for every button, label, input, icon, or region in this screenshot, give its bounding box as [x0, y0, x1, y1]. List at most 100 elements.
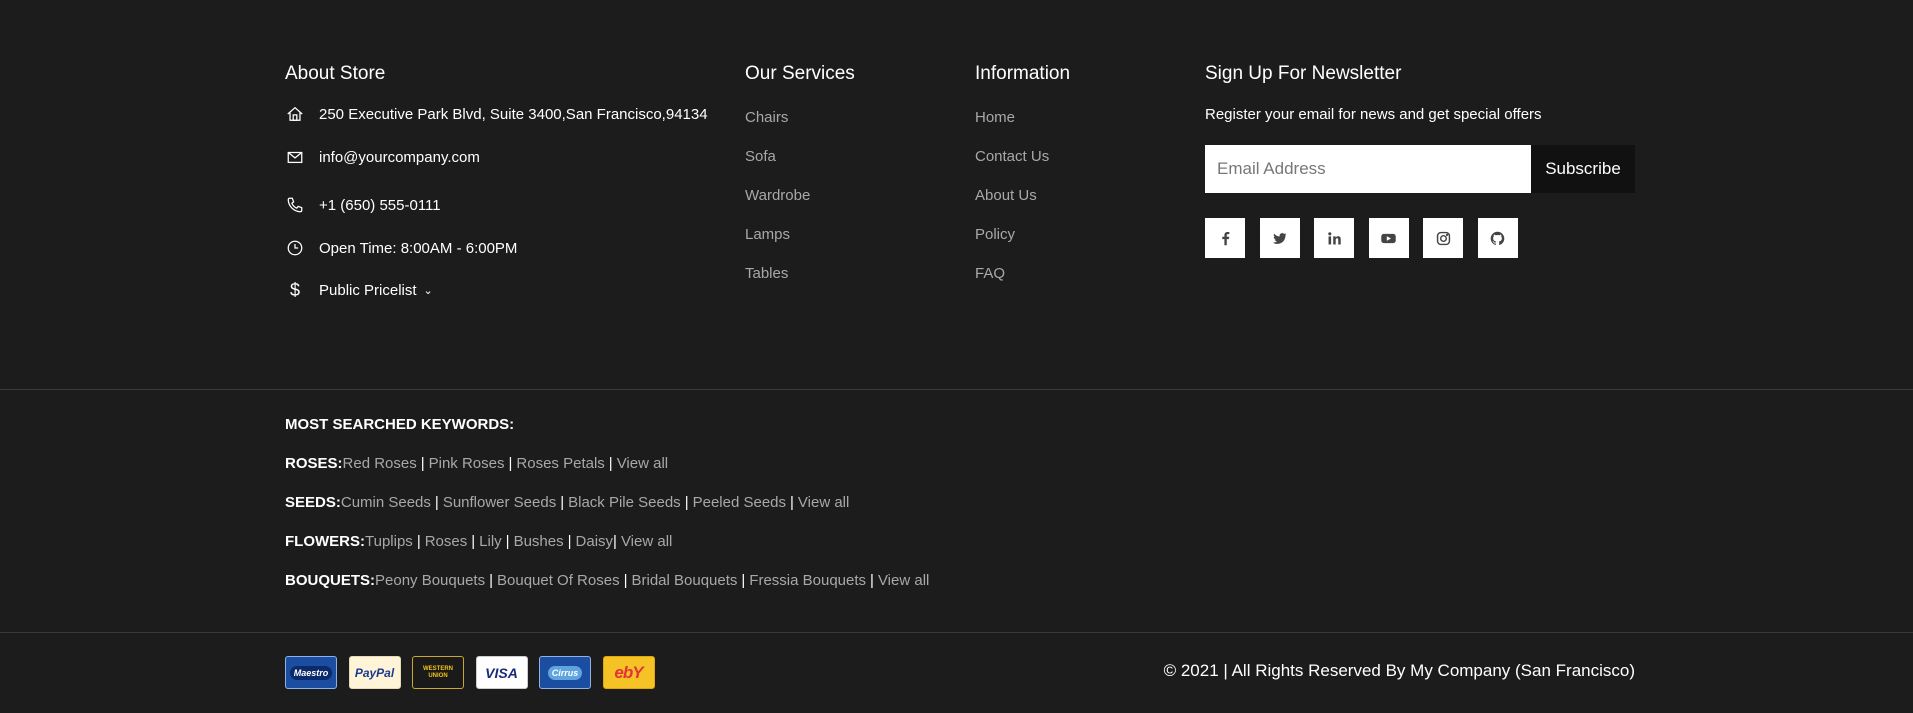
- pricelist-row: $ Public Pricelist ⌄: [285, 280, 433, 300]
- visa-logo: VISA: [475, 656, 528, 689]
- separator: |: [870, 572, 874, 589]
- dollar-icon: $: [289, 279, 300, 300]
- separator: |: [741, 572, 746, 589]
- phone-row: +1 (650) 555-0111: [285, 195, 441, 215]
- github-icon[interactable]: [1477, 218, 1518, 258]
- cirrus-logo: Cirrus: [539, 656, 591, 689]
- keyword-link[interactable]: Red Roses: [343, 455, 417, 472]
- keyword-link[interactable]: Bouquet Of Roses: [497, 572, 620, 589]
- phone-link[interactable]: +1 (650) 555-0111: [319, 197, 441, 214]
- keyword-row-roses: ROSES:Red Roses | Pink Roses | Roses Petals |…: [285, 455, 668, 472]
- hours-text: Open Time: 8:00AM - 6:00PM: [319, 239, 518, 257]
- envelope-icon: [285, 147, 305, 167]
- services-title: Our Services: [745, 63, 855, 84]
- separator: |: [560, 494, 565, 511]
- copyright-text: © 2021 | All Rights Reserved By My Compa…: [1163, 661, 1635, 680]
- keyword-link[interactable]: Pink Roses: [429, 455, 505, 472]
- about-store-section: About Store 250 Executive Park Blvd, Sui…: [285, 62, 725, 300]
- about-store-title: About Store: [285, 63, 386, 84]
- keyword-link[interactable]: Cumin Seeds: [341, 494, 431, 511]
- keyword-link[interactable]: Fressia Bouquets: [749, 572, 866, 589]
- separator: |: [471, 533, 476, 550]
- keyword-link[interactable]: Roses Petals: [516, 455, 604, 472]
- info-link-policy[interactable]: Policy: [975, 225, 1049, 264]
- separator: |: [567, 533, 572, 550]
- twitter-icon[interactable]: [1259, 218, 1300, 258]
- view-all-link[interactable]: View all: [617, 455, 668, 472]
- keyword-label-flowers: FLOWERS:: [285, 533, 365, 550]
- pricelist-dropdown[interactable]: Public Pricelist ⌄: [319, 282, 433, 299]
- divider-top: [0, 389, 1913, 390]
- keyword-link[interactable]: Tuplips: [365, 533, 413, 550]
- keyword-link[interactable]: Lily: [479, 533, 502, 550]
- paypal-logo: PayPal: [348, 656, 401, 689]
- linkedin-icon[interactable]: [1314, 218, 1354, 258]
- separator: |: [489, 572, 493, 589]
- separator: |: [790, 494, 794, 511]
- info-link-home[interactable]: Home: [975, 108, 1049, 147]
- separator: |: [434, 494, 439, 511]
- information-title: Information: [975, 63, 1071, 84]
- email-row: info@yourcompany.com: [285, 147, 480, 167]
- info-link-contact[interactable]: Contact Us: [975, 147, 1049, 186]
- separator: |: [608, 455, 613, 472]
- clock-icon: [285, 238, 305, 258]
- footer-top: About Store 250 Executive Park Blvd, Sui…: [0, 0, 1913, 389]
- keyword-row-bouquets: BOUQUETS:Peony Bouquets | Bouquet Of Roses…: [285, 572, 929, 589]
- chevron-down-icon: ⌄: [423, 284, 433, 297]
- information-list: Home Contact Us About Us Policy FAQ: [975, 108, 1049, 303]
- keyword-label-roses: ROSES:: [285, 455, 343, 472]
- services-link-sofa[interactable]: Sofa: [745, 147, 810, 186]
- keyword-link[interactable]: Bushes: [514, 533, 564, 550]
- keyword-link[interactable]: Daisy: [576, 533, 614, 550]
- services-link-tables[interactable]: Tables: [745, 264, 810, 303]
- social-links: [1205, 218, 1532, 258]
- keyword-label-seeds: SEEDS:: [285, 494, 341, 511]
- instagram-icon[interactable]: [1423, 218, 1463, 258]
- ebay-logo: ebY: [602, 656, 655, 689]
- hours-row: Open Time: 8:00AM - 6:00PM: [285, 238, 517, 258]
- keyword-link[interactable]: Sunflower Seeds: [443, 494, 556, 511]
- separator: |: [613, 533, 617, 550]
- email-address-input[interactable]: [1205, 145, 1531, 193]
- keyword-row-flowers: FLOWERS:Tuplips | Roses | Lily | Bushes | Daisy|…: [285, 533, 672, 550]
- divider-bottom: [0, 632, 1913, 633]
- keywords-title: MOST SEARCHED KEYWORDS:: [285, 416, 515, 433]
- newsletter-section: Sign Up For Newsletter Register your ema…: [1205, 62, 1645, 258]
- info-link-faq[interactable]: FAQ: [975, 264, 1049, 303]
- keyword-link[interactable]: Roses: [425, 533, 468, 550]
- separator: |: [684, 494, 689, 511]
- view-all-link[interactable]: View all: [798, 494, 849, 511]
- information-section: Information Home Contact Us About Us Pol…: [975, 62, 1175, 282]
- youtube-icon[interactable]: [1368, 218, 1409, 258]
- pricelist-label: Public Pricelist: [319, 281, 417, 299]
- email-link[interactable]: info@yourcompany.com: [319, 149, 480, 166]
- keyword-label-bouquets: BOUQUETS:: [285, 572, 375, 589]
- separator: |: [420, 455, 425, 472]
- separator: |: [508, 455, 513, 472]
- facebook-icon[interactable]: [1205, 218, 1245, 258]
- newsletter-title: Sign Up For Newsletter: [1205, 63, 1402, 84]
- newsletter-form: Subscribe: [1205, 145, 1635, 193]
- subscribe-button[interactable]: Subscribe: [1531, 145, 1635, 193]
- keyword-link[interactable]: Peeled Seeds: [693, 494, 786, 511]
- view-all-link[interactable]: View all: [878, 572, 929, 589]
- keyword-link[interactable]: Black Pile Seeds: [568, 494, 681, 511]
- view-all-link[interactable]: View all: [621, 533, 672, 550]
- payment-methods: Maestro PayPal WESTERN UNION VISA Cirrus…: [285, 656, 666, 689]
- address-text: 250 Executive Park Blvd, Suite 3400,San …: [319, 105, 708, 123]
- info-link-about[interactable]: About Us: [975, 186, 1049, 225]
- newsletter-text: Register your email for news and get spe…: [1205, 106, 1542, 123]
- services-link-wardrobe[interactable]: Wardrobe: [745, 186, 810, 225]
- services-link-chairs[interactable]: Chairs: [745, 108, 810, 147]
- separator: |: [416, 533, 421, 550]
- phone-icon: [285, 195, 305, 215]
- western-union-logo: WESTERN UNION: [412, 656, 464, 689]
- separator: |: [623, 572, 628, 589]
- services-link-lamps[interactable]: Lamps: [745, 225, 810, 264]
- keyword-row-seeds: SEEDS:Cumin Seeds | Sunflower Seeds | Black …: [285, 494, 849, 511]
- keyword-link[interactable]: Peony Bouquets: [375, 572, 485, 589]
- services-list: Chairs Sofa Wardrobe Lamps Tables: [745, 108, 810, 303]
- keyword-link[interactable]: Bridal Bouquets: [631, 572, 737, 589]
- address-row: 250 Executive Park Blvd, Suite 3400,San …: [285, 104, 708, 124]
